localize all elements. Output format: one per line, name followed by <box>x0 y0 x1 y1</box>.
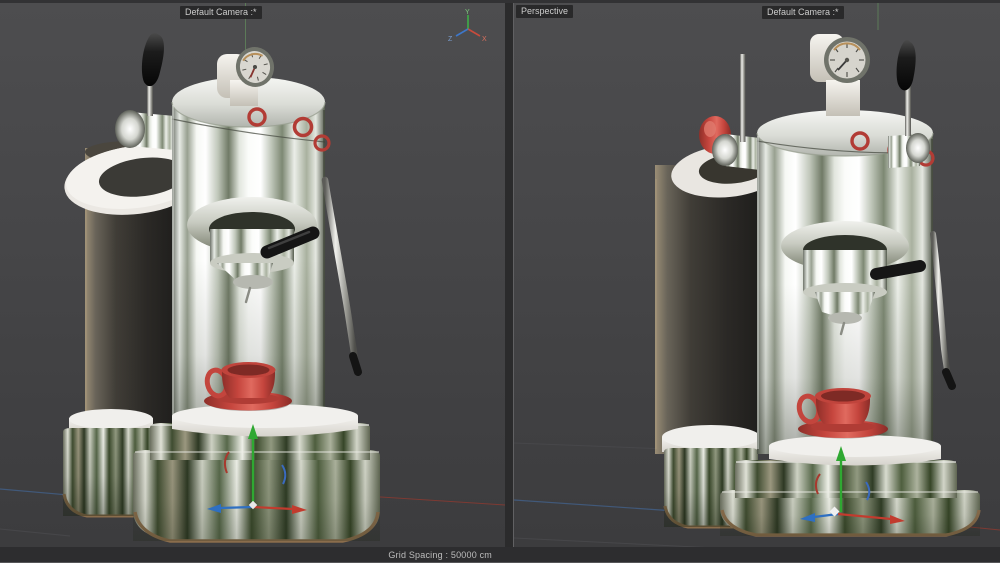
grid-spacing-label: Grid Spacing : 50000 cm <box>388 549 492 560</box>
axis-z-label: Z <box>448 36 453 43</box>
rear-tank[interactable] <box>655 165 757 454</box>
camera-label-left[interactable]: Default Camera :* <box>180 6 262 19</box>
world-axis-gizmo: Y X Z <box>448 9 487 43</box>
steam-lever[interactable] <box>888 40 930 168</box>
chrome-base[interactable] <box>133 423 380 543</box>
espresso-machine-right[interactable] <box>648 34 988 544</box>
camera-label-right[interactable]: Default Camera :* <box>762 6 844 19</box>
axis-y-label: Y <box>465 9 470 16</box>
chrome-base[interactable] <box>720 460 981 537</box>
axis-x-label: X <box>482 36 487 43</box>
view-mode-label[interactable]: Perspective <box>516 5 574 18</box>
drip-tray[interactable] <box>769 435 941 466</box>
steam-wand[interactable] <box>930 231 956 390</box>
viewport-left[interactable]: Default Camera :* Y X Z <box>0 3 505 547</box>
status-bar: Grid Spacing : 50000 cm <box>0 547 1000 563</box>
pressure-gauge[interactable] <box>810 34 870 116</box>
top-edge-strip <box>0 0 1000 3</box>
viewport-divider[interactable] <box>505 0 514 563</box>
viewport-canvas: Default Camera :* Y X Z Perspective Defa… <box>0 0 1000 563</box>
steam-lever[interactable] <box>115 33 175 150</box>
steam-wand[interactable] <box>321 176 362 376</box>
viewport-right[interactable]: Perspective Default Camera :* <box>514 3 1000 547</box>
lever-rod-rear[interactable] <box>740 54 746 142</box>
portafilter-handle[interactable] <box>870 260 926 280</box>
espresso-machine-left[interactable] <box>55 20 435 547</box>
